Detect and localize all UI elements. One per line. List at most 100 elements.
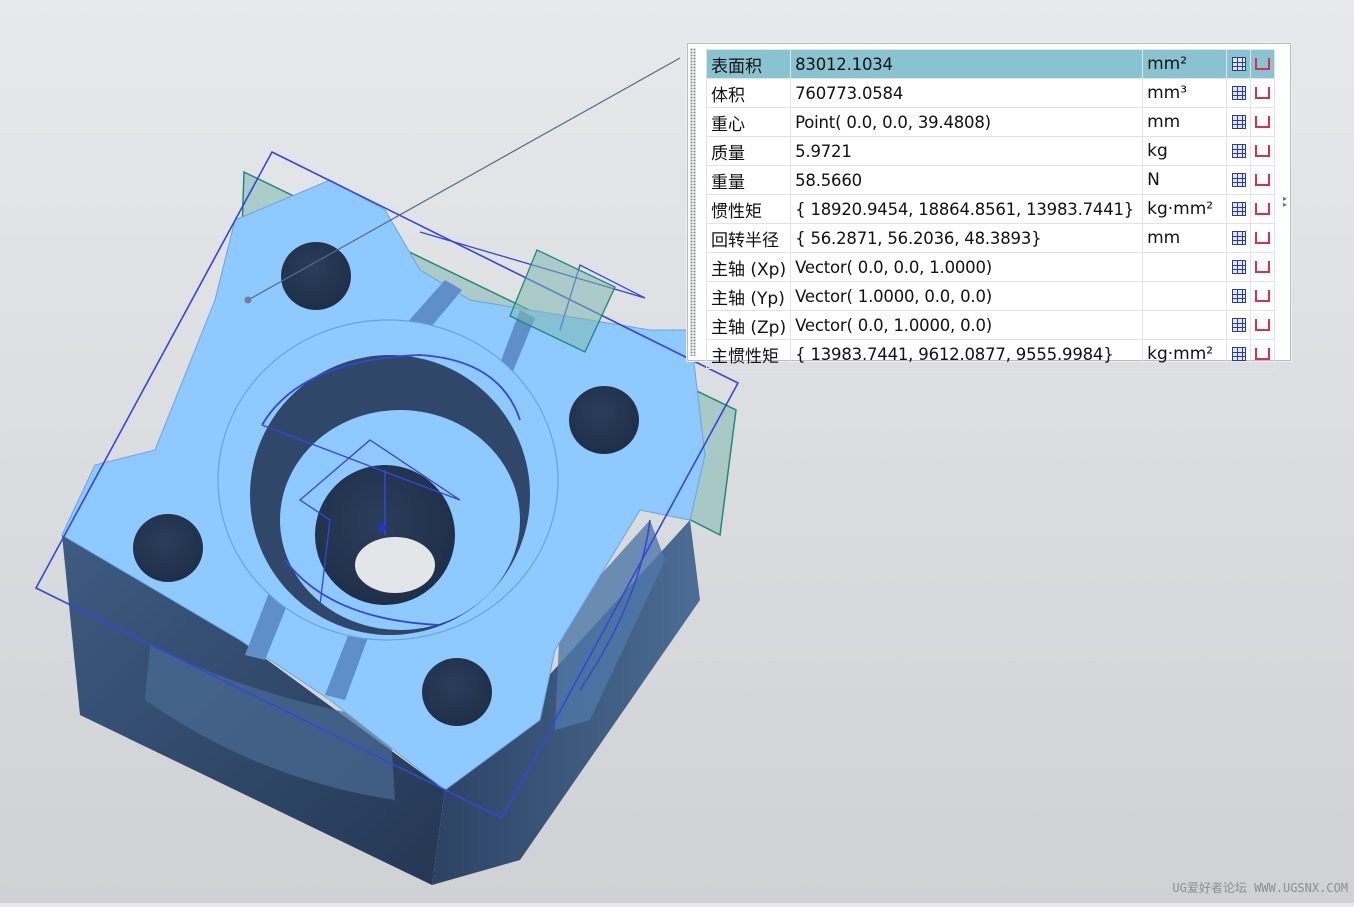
table-icon-cell[interactable] xyxy=(1226,194,1252,224)
property-value: { 56.2871, 56.2036, 48.3893} xyxy=(790,223,1144,253)
measure-icon[interactable] xyxy=(1255,116,1271,128)
property-value: { 13983.7441, 9612.0877, 9555.9984} xyxy=(790,339,1144,369)
property-label: 主轴 (Zp) xyxy=(705,310,792,340)
watermark: UG爱好者论坛 WWW.UGSNX.COM xyxy=(1172,881,1348,895)
property-unit xyxy=(1142,252,1228,282)
measure-icon-cell[interactable] xyxy=(1250,165,1276,195)
property-unit: mm xyxy=(1142,107,1228,137)
measure-icon-cell[interactable] xyxy=(1250,281,1276,311)
property-label: 回转半径 xyxy=(705,223,792,253)
property-label: 重心 xyxy=(705,107,792,137)
table-icon[interactable] xyxy=(1231,231,1246,245)
property-label: 主轴 (Yp) xyxy=(705,281,792,311)
measure-icon-cell[interactable] xyxy=(1250,78,1276,108)
property-row[interactable]: 质量 5.9721 kg xyxy=(705,136,1276,166)
table-icon-cell[interactable] xyxy=(1226,136,1252,166)
table-icon[interactable] xyxy=(1231,202,1246,216)
property-value: 760773.0584 xyxy=(790,78,1144,108)
table-icon[interactable] xyxy=(1231,260,1246,274)
property-row[interactable]: 主轴 (Zp) Vector( 0.0, 1.0000, 0.0) xyxy=(705,310,1276,340)
property-label: 表面积 xyxy=(705,49,792,79)
bolt-hole-3 xyxy=(133,514,203,582)
panel-drag-handle[interactable] xyxy=(690,48,696,356)
property-label: 主惯性矩 xyxy=(705,339,792,369)
property-value: Vector( 1.0000, 0.0, 0.0) xyxy=(790,281,1144,311)
measure-icon-cell[interactable] xyxy=(1250,136,1276,166)
measure-icon-cell[interactable] xyxy=(1250,49,1276,79)
centroid-marker[interactable] xyxy=(378,524,386,532)
table-icon[interactable] xyxy=(1231,173,1246,187)
table-icon-cell[interactable] xyxy=(1226,223,1252,253)
measure-icon[interactable] xyxy=(1255,348,1271,360)
table-icon[interactable] xyxy=(1231,347,1246,361)
measure-icon[interactable] xyxy=(1255,58,1271,70)
property-label: 体积 xyxy=(705,78,792,108)
measure-icon-cell[interactable] xyxy=(1250,310,1276,340)
property-row[interactable]: 主惯性矩{ 13983.7441, 9612.0877, 9555.9984} k… xyxy=(705,339,1276,369)
property-row[interactable]: 回转半径{ 56.2871, 56.2036, 48.3893} mm xyxy=(705,223,1276,253)
property-unit xyxy=(1142,310,1228,340)
property-value: 83012.1034 xyxy=(790,49,1144,79)
measure-icon-cell[interactable] xyxy=(1250,339,1276,369)
property-value: { 18920.9454, 18864.8561, 13983.7441} xyxy=(790,194,1144,224)
property-value: Point( 0.0, 0.0, 39.4808) xyxy=(790,107,1144,137)
table-icon[interactable] xyxy=(1231,289,1246,303)
property-row[interactable]: 惯性矩{ 18920.9454, 18864.8561, 13983.7441}… xyxy=(705,194,1276,224)
property-label: 惯性矩 xyxy=(705,194,792,224)
property-unit: mm² xyxy=(1142,49,1228,79)
table-icon-cell[interactable] xyxy=(1226,252,1252,282)
property-row[interactable]: 重心 Point( 0.0, 0.0, 39.4808) mm xyxy=(705,107,1276,137)
property-label: 质量 xyxy=(705,136,792,166)
property-unit: kg xyxy=(1142,136,1228,166)
property-label: 主轴 (Xp) xyxy=(705,252,792,282)
leader-anchor xyxy=(244,296,252,304)
measure-icon-cell[interactable] xyxy=(1250,252,1276,282)
table-icon-cell[interactable] xyxy=(1226,165,1252,195)
property-unit: mm³ xyxy=(1142,78,1228,108)
table-icon-cell[interactable] xyxy=(1226,78,1252,108)
measure-icon[interactable] xyxy=(1255,290,1271,302)
property-row[interactable]: 主轴 (Yp) Vector( 1.0000, 0.0, 0.0) xyxy=(705,281,1276,311)
property-unit: N xyxy=(1142,165,1228,195)
property-value: 5.9721 xyxy=(790,136,1144,166)
property-value: Vector( 0.0, 0.0, 1.0000) xyxy=(790,252,1144,282)
leader-line xyxy=(247,57,681,301)
through-hole-exit xyxy=(355,537,435,593)
bolt-hole-2 xyxy=(569,386,639,454)
measure-icon-cell[interactable] xyxy=(1250,223,1276,253)
measure-icon[interactable] xyxy=(1255,87,1271,99)
table-icon[interactable] xyxy=(1231,86,1246,100)
measure-icon[interactable] xyxy=(1255,203,1271,215)
property-row[interactable]: 体积 760773.0584 mm³ xyxy=(705,78,1276,108)
table-icon[interactable] xyxy=(1231,115,1246,129)
expand-arrows-icon[interactable]: ▸ ▸ xyxy=(1283,195,1287,209)
measure-icon[interactable] xyxy=(1255,319,1271,331)
table-icon-cell[interactable] xyxy=(1226,107,1252,137)
table-icon[interactable] xyxy=(1231,318,1246,332)
table-icon-cell[interactable] xyxy=(1226,310,1252,340)
table-icon[interactable] xyxy=(1231,144,1246,158)
measure-icon[interactable] xyxy=(1255,261,1271,273)
property-row[interactable]: 表面积 83012.1034 mm² xyxy=(705,49,1276,79)
measure-icon-cell[interactable] xyxy=(1250,107,1276,137)
mass-properties-rows: 表面积 83012.1034 mm² 体积 760773.0584 mm³ 重心 Point(… xyxy=(705,49,1276,369)
property-value: 58.5660 xyxy=(790,165,1144,195)
property-value: Vector( 0.0, 1.0000, 0.0) xyxy=(790,310,1144,340)
measure-results-panel: 表面积 83012.1034 mm² 体积 760773.0584 mm³ 重心 Point(… xyxy=(687,43,1291,369)
property-unit xyxy=(1142,281,1228,311)
property-unit: kg·mm² xyxy=(1142,194,1228,224)
table-icon-cell[interactable] xyxy=(1226,49,1252,79)
property-row[interactable]: 主轴 (Xp) Vector( 0.0, 0.0, 1.0000) xyxy=(705,252,1276,282)
measure-icon[interactable] xyxy=(1255,232,1271,244)
property-label: 重量 xyxy=(705,165,792,195)
property-unit: kg·mm² xyxy=(1142,339,1228,369)
measure-icon[interactable] xyxy=(1255,145,1271,157)
mass-properties-table: 表面积 83012.1034 mm² 体积 760773.0584 mm³ 重心 Point(… xyxy=(705,49,1276,369)
measure-icon[interactable] xyxy=(1255,174,1271,186)
property-row[interactable]: 重量 58.5660 N xyxy=(705,165,1276,195)
measure-icon-cell[interactable] xyxy=(1250,194,1276,224)
table-icon-cell[interactable] xyxy=(1226,281,1252,311)
table-icon[interactable] xyxy=(1231,57,1246,71)
table-icon-cell[interactable] xyxy=(1226,339,1252,369)
property-unit: mm xyxy=(1142,223,1228,253)
